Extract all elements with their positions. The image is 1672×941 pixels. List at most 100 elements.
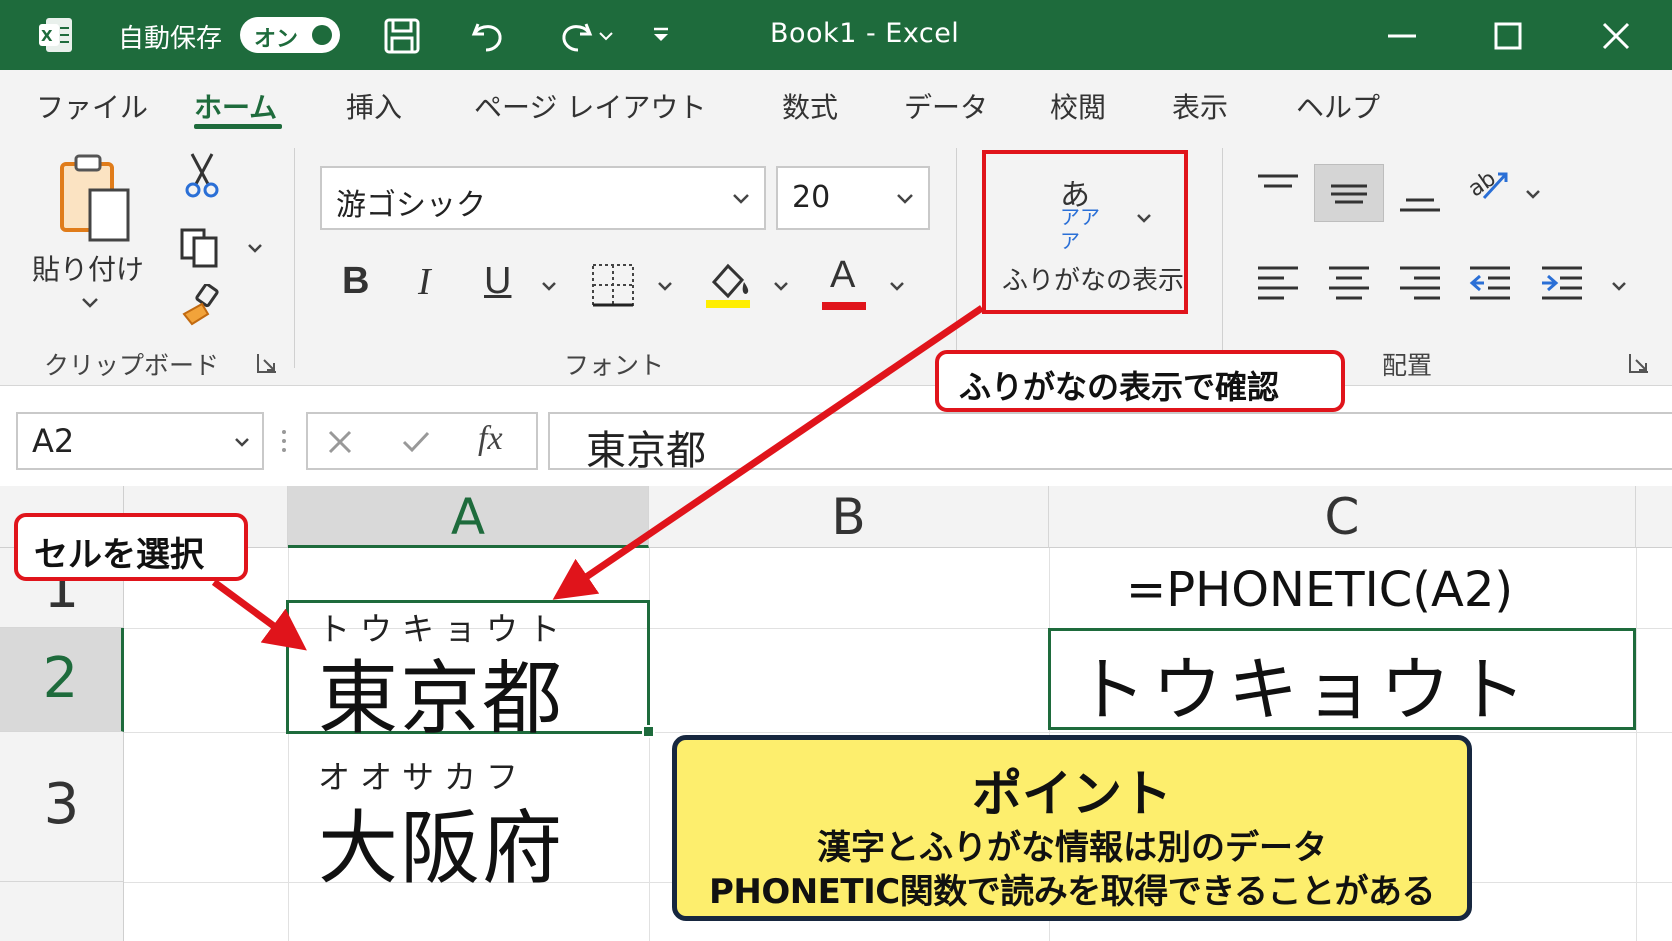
cell-c1-formula[interactable]: =PHONETIC(A2) [1126, 562, 1513, 618]
group-separator [956, 148, 957, 368]
font-name-value: 游ゴシック [336, 188, 486, 223]
copy-icon[interactable] [178, 226, 222, 270]
paste-chevron-icon[interactable] [80, 296, 100, 310]
format-painter-icon[interactable] [180, 284, 224, 328]
top-align-icon[interactable] [1254, 170, 1302, 210]
redo-dropdown-chevron-icon[interactable] [598, 28, 614, 44]
cell-c2-value: トウキョウト [1076, 649, 1532, 731]
borders-icon[interactable] [590, 262, 636, 308]
indent-chevron-icon[interactable] [1610, 280, 1628, 294]
font-name-select[interactable]: 游ゴシック [320, 166, 766, 230]
formula-content: 東京都 [586, 428, 706, 474]
underline-button[interactable]: U [484, 260, 511, 303]
cell-a3-value[interactable]: 大阪府 [318, 784, 564, 900]
copy-chevron-icon[interactable] [246, 242, 264, 256]
group-separator [294, 148, 295, 368]
fill-color-chevron-icon[interactable] [772, 280, 790, 294]
cell-a2-value: 東京都 [318, 652, 564, 745]
bottom-align-icon[interactable] [1396, 178, 1444, 218]
tab-help[interactable]: ヘルプ [1296, 86, 1380, 126]
furigana-button[interactable]: あ アア ア ふりがなの表示 [982, 150, 1188, 314]
cancel-icon[interactable] [326, 428, 354, 456]
tab-insert[interactable]: 挿入 [346, 86, 402, 126]
column-header-a[interactable]: A [288, 486, 649, 548]
point-line-2: PHONETIC関数で読みを取得できることがある [708, 872, 1436, 912]
formula-bar: A2 fx 東京都 [0, 406, 1672, 476]
active-tab-indicator [194, 124, 282, 129]
font-size-select[interactable]: 20 [776, 166, 930, 230]
autosave-toggle[interactable]: オン [240, 17, 340, 53]
toggle-knob-icon [312, 25, 332, 45]
column-header-b[interactable]: B [649, 486, 1049, 548]
cut-icon[interactable] [184, 152, 220, 198]
customize-qat-icon[interactable] [650, 24, 672, 46]
borders-chevron-icon[interactable] [656, 280, 674, 294]
paste-label[interactable]: 貼り付け [32, 248, 144, 288]
formula-controls: fx [306, 412, 538, 470]
ribbon: 貼り付け クリップボード 游ゴシック 20 B I U A フォント あ アア … [0, 134, 1672, 386]
group-separator [1222, 148, 1223, 368]
svg-text:X: X [41, 27, 53, 45]
furigana-kana-top: アア [1060, 205, 1100, 229]
clipboard-group-label: クリップボード [44, 351, 220, 380]
window-title: Book1 - Excel [770, 18, 960, 49]
autosave-state: オン [254, 27, 299, 52]
furigana-kana-bottom: ア [1060, 229, 1080, 253]
tab-page-layout[interactable]: ページ レイアウト [474, 86, 706, 126]
align-left-icon[interactable] [1254, 262, 1302, 302]
clipboard-launcher-icon[interactable] [256, 352, 278, 374]
callout-furigana-confirm: ふりがなの表示で確認 [935, 350, 1345, 412]
font-color-button[interactable]: A [830, 254, 855, 297]
enter-check-icon[interactable] [400, 428, 432, 456]
fill-color-icon[interactable] [706, 258, 754, 310]
close-icon[interactable] [1594, 14, 1638, 58]
autosave-label: 自動保存 [118, 24, 223, 54]
orientation-chevron-icon[interactable] [1524, 188, 1542, 202]
column-header-next[interactable] [1636, 486, 1672, 548]
chevron-down-icon [897, 194, 913, 204]
tab-review[interactable]: 校閲 [1050, 86, 1106, 126]
font-group-label: フォント [564, 351, 665, 380]
redo-icon[interactable] [556, 16, 596, 56]
ribbon-tabs: ファイル ホーム 挿入 ページ レイアウト 数式 データ 校閲 表示 ヘルプ [0, 70, 1672, 134]
bold-button[interactable]: B [342, 260, 369, 303]
maximize-icon[interactable] [1486, 14, 1530, 58]
tab-home[interactable]: ホーム [194, 86, 277, 126]
tab-data[interactable]: データ [904, 86, 988, 126]
name-box-value: A2 [32, 422, 75, 460]
row-header-2[interactable]: 2 [0, 628, 124, 732]
formula-input[interactable]: 東京都 [548, 412, 1672, 474]
align-right-icon[interactable] [1396, 262, 1444, 302]
orientation-icon[interactable]: ab [1466, 164, 1514, 204]
italic-button[interactable]: I [418, 260, 431, 304]
fill-handle[interactable] [642, 725, 655, 738]
save-icon[interactable] [382, 16, 422, 56]
undo-icon[interactable] [468, 16, 508, 56]
point-line-1: 漢字とふりがな情報は別のデータ [817, 828, 1327, 868]
paste-icon[interactable] [56, 150, 136, 246]
tab-formulas[interactable]: 数式 [782, 86, 838, 126]
tab-view[interactable]: 表示 [1172, 86, 1228, 126]
font-size-value: 20 [792, 180, 831, 215]
tab-file[interactable]: ファイル [36, 86, 148, 126]
alignment-group-label: 配置 [1382, 351, 1433, 380]
row-header-4[interactable] [0, 882, 124, 941]
align-center-icon[interactable] [1325, 262, 1373, 302]
title-bar: X 自動保存 オン Book1 - Excel [0, 0, 1672, 70]
increase-indent-icon[interactable] [1538, 262, 1586, 302]
middle-align-icon[interactable] [1325, 174, 1373, 214]
furigana-chevron-icon[interactable] [1134, 208, 1154, 228]
chevron-down-icon[interactable] [232, 432, 252, 452]
point-box: ポイント 漢字とふりがな情報は別のデータ PHONETIC関数で読みを取得できる… [672, 735, 1472, 921]
splitter-handle-icon[interactable] [280, 426, 288, 456]
alignment-launcher-icon[interactable] [1628, 352, 1650, 374]
insert-function-button[interactable]: fx [478, 420, 503, 458]
font-color-swatch [822, 302, 866, 310]
row-header-3[interactable]: 3 [0, 732, 124, 882]
column-header-c[interactable]: C [1049, 486, 1636, 548]
name-box[interactable]: A2 [16, 412, 264, 470]
minimize-icon[interactable] [1380, 14, 1424, 58]
decrease-indent-icon[interactable] [1466, 262, 1514, 302]
font-color-chevron-icon[interactable] [888, 280, 906, 294]
underline-chevron-icon[interactable] [540, 280, 558, 294]
